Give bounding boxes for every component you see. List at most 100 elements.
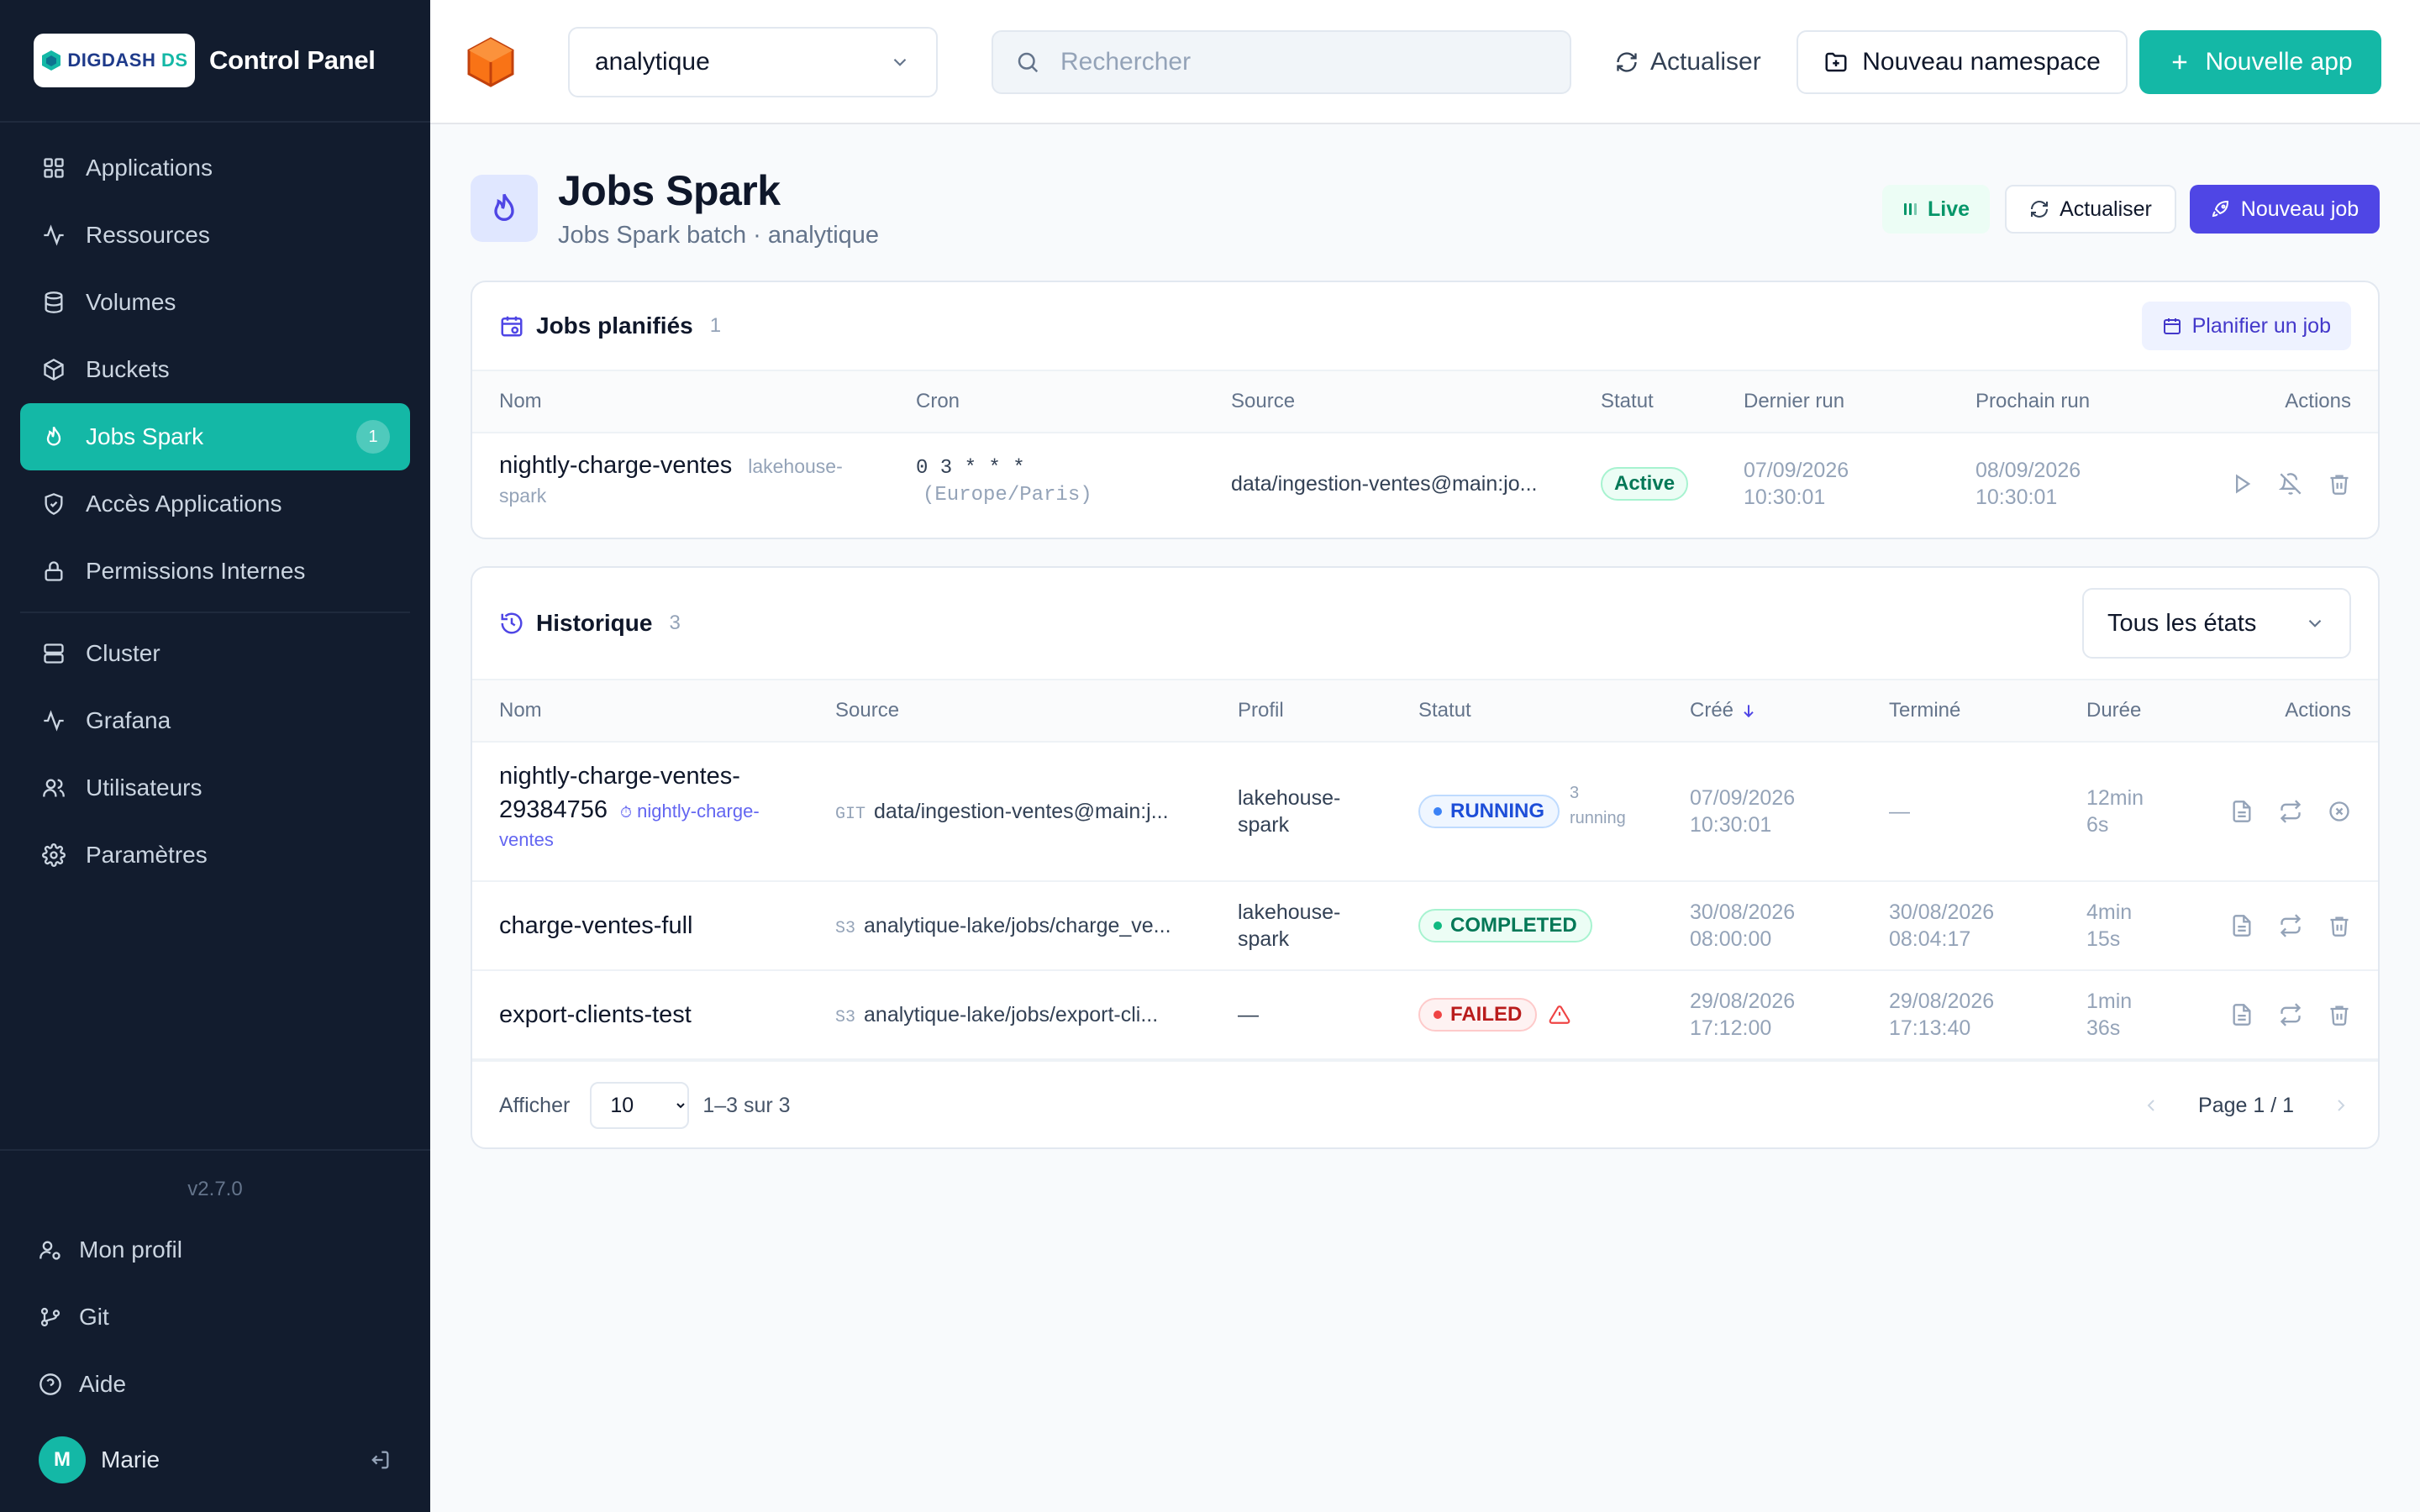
source-cell: S3 analytique-lake/jobs/charge_ve... <box>835 912 1171 942</box>
new-namespace-button[interactable]: Nouveau namespace <box>1797 30 2128 94</box>
column-header[interactable]: Source <box>835 699 899 722</box>
column-header[interactable]: Cron <box>916 390 960 413</box>
column-header[interactable]: Prochain run <box>1975 390 2090 413</box>
table-row[interactable]: charge-ventes-full S3 analytique-lake/job… <box>472 882 2378 971</box>
folder-plus-icon <box>1823 50 1849 75</box>
logout-icon[interactable] <box>368 1448 392 1472</box>
table-row[interactable]: nightly-charge-ventes- 29384756 ⏱ nightl… <box>472 743 2378 882</box>
sidebar-item-applications[interactable]: Applications <box>20 134 410 202</box>
plus-icon <box>2168 50 2191 74</box>
sidebar-item-volumes[interactable]: Volumes <box>20 269 410 336</box>
file-text-icon[interactable] <box>2230 1003 2254 1026</box>
column-header[interactable]: Dernier run <box>1744 390 1844 413</box>
repeat-icon[interactable] <box>2279 914 2302 937</box>
run-name-cell: nightly-charge-ventes- 29384756 ⏱ nightl… <box>499 759 818 853</box>
sidebar-item-utilisateurs[interactable]: Utilisateurs <box>20 754 410 822</box>
activity-icon <box>40 707 67 734</box>
new-job-button[interactable]: Nouveau job <box>2190 185 2380 234</box>
trash-icon[interactable] <box>2328 1003 2351 1026</box>
trash-icon[interactable] <box>2328 914 2351 937</box>
schedule-job-button[interactable]: Planifier un job <box>2141 302 2351 350</box>
sidebar-item-permissions-internes[interactable]: Permissions Internes <box>20 538 410 605</box>
app-version: v2.7.0 <box>187 1178 243 1200</box>
column-header[interactable]: Nom <box>499 699 542 722</box>
column-header[interactable]: Terminé <box>1889 699 1960 722</box>
page-refresh-button[interactable]: Actualiser <box>2005 185 2176 234</box>
column-header-created[interactable]: Créé <box>1690 699 1757 722</box>
sidebar-item-label: Aide <box>79 1371 127 1397</box>
users-icon <box>40 774 67 801</box>
table-row[interactable]: export-clients-test S3 analytique-lake/jo… <box>472 971 2378 1060</box>
file-text-icon[interactable] <box>2230 914 2254 937</box>
cancel-circle-icon[interactable] <box>2328 800 2351 823</box>
run-name: export-clients-test <box>499 998 692 1032</box>
flame-icon <box>471 175 538 242</box>
database-icon <box>40 289 67 316</box>
sidebar-item-acces-applications[interactable]: Accès Applications <box>20 470 410 538</box>
card-count: 1 <box>709 314 722 337</box>
repeat-icon[interactable] <box>2279 800 2302 823</box>
chevron-right-icon[interactable] <box>2331 1095 2351 1116</box>
created-time: 08:00:00 <box>1690 927 1772 951</box>
sidebar-item-ressources[interactable]: Ressources <box>20 202 410 269</box>
sidebar-item-aide[interactable]: Aide <box>0 1351 430 1418</box>
job-name[interactable]: nightly-charge-ventes <box>499 452 732 479</box>
column-header[interactable]: Source <box>1231 390 1295 413</box>
sidebar-item-jobs-spark[interactable]: Jobs Spark 1 <box>20 403 410 470</box>
run-name[interactable]: nightly-charge-ventes- <box>499 759 818 793</box>
column-header[interactable]: Statut <box>1418 699 1471 722</box>
repeat-icon[interactable] <box>2279 1003 2302 1026</box>
avatar[interactable]: M <box>39 1436 86 1483</box>
ended-date: 29/08/2026 <box>1889 990 1995 1013</box>
duration-value: 36s <box>2086 1016 2121 1040</box>
refresh-button[interactable]: Actualiser <box>1615 34 1761 91</box>
sidebar-item-label: Accès Applications <box>86 491 282 517</box>
warning-icon[interactable] <box>1549 1004 1570 1026</box>
run-name-suffix[interactable]: 29384756 <box>499 796 608 823</box>
sidebar-item-cluster[interactable]: Cluster <box>20 620 410 687</box>
column-header[interactable]: Durée <box>2086 699 2141 722</box>
state-filter-select[interactable]: Tous les états <box>2082 588 2351 659</box>
calendar-clock-icon <box>499 313 524 339</box>
job-name-cell: nightly-charge-ventes lakehouse- spark <box>499 449 877 509</box>
sidebar-item-parametres[interactable]: Paramètres <box>20 822 410 889</box>
sidebar-item-label: Git <box>79 1304 109 1330</box>
page-size-label: Afficher <box>499 1093 571 1117</box>
page-size-select[interactable]: 10 <box>590 1082 690 1129</box>
play-icon[interactable] <box>2230 472 2254 496</box>
file-text-icon[interactable] <box>2230 800 2254 823</box>
schedule-link[interactable]: ⏱ nightly-charge- <box>620 801 760 822</box>
ended-date: 30/08/2026 <box>1889 900 1995 924</box>
sidebar-item-git[interactable]: Git <box>0 1284 430 1351</box>
run-name-label[interactable]: charge-ventes-full <box>499 912 693 939</box>
column-header[interactable]: Statut <box>1601 390 1654 413</box>
search-input[interactable] <box>1060 48 1531 76</box>
source-type: S3 <box>835 919 856 938</box>
run-profile: spark <box>1238 927 1290 951</box>
job-source: data/ingestion-ventes@main:jo... <box>1231 472 1538 496</box>
live-label: Live <box>1927 197 1970 221</box>
page-subtitle: Jobs Spark batch · analytique <box>558 222 880 249</box>
sidebar-item-mon-profil[interactable]: Mon profil <box>0 1216 430 1284</box>
card-title: Jobs planifiés <box>536 312 693 339</box>
git-branch-icon <box>39 1305 62 1329</box>
sidebar-item-buckets[interactable]: Buckets <box>20 336 410 403</box>
duration-cell: 12min 6s <box>2086 785 2144 838</box>
logo[interactable]: DIGDASH DS <box>34 34 195 87</box>
table-row[interactable]: nightly-charge-ventes lakehouse- spark 0… <box>472 433 2378 538</box>
column-header[interactable]: Nom <box>499 390 542 413</box>
live-indicator[interactable]: Live <box>1882 185 1990 234</box>
namespace-select[interactable]: analytique <box>568 27 938 97</box>
schedule-link-label[interactable]: ventes <box>499 827 818 853</box>
trash-icon[interactable] <box>2328 472 2351 496</box>
schedule-job-label: Planifier un job <box>2191 313 2331 338</box>
row-actions <box>2230 472 2351 496</box>
table-footer: Afficher 10 1–3 sur 3 Page 1 / 1 <box>472 1060 2378 1147</box>
column-header[interactable]: Profil <box>1238 699 1284 722</box>
app-title: Control Panel <box>209 45 376 75</box>
bell-off-icon[interactable] <box>2279 472 2302 496</box>
new-app-button[interactable]: Nouvelle app <box>2139 30 2381 94</box>
sidebar-item-grafana[interactable]: Grafana <box>20 687 410 754</box>
chevron-left-icon[interactable] <box>2141 1095 2161 1116</box>
run-name-label[interactable]: export-clients-test <box>499 1001 692 1028</box>
